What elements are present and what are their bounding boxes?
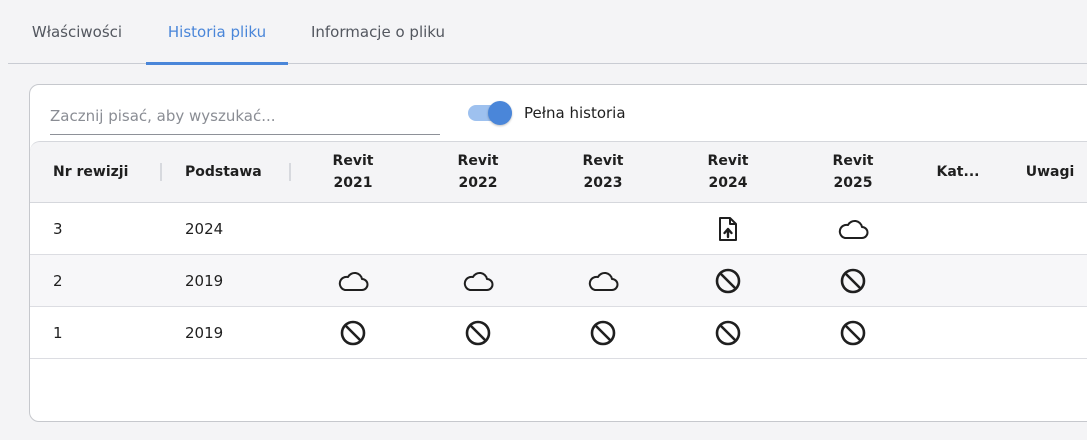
header-line-1: Revit bbox=[832, 153, 874, 169]
header-line-1: Revit bbox=[457, 153, 499, 169]
cell-revit-2025 bbox=[803, 203, 903, 254]
file-upload-icon[interactable] bbox=[717, 216, 739, 242]
col-header-revit-2022[interactable]: Revit 2022 bbox=[428, 142, 528, 202]
history-table: Nr rewizji Podstawa Revit 2021 Revit 2022 … bbox=[30, 141, 1087, 359]
table-header: Nr rewizji Podstawa Revit 2021 Revit 2022 … bbox=[30, 141, 1087, 203]
table-row[interactable]: 3 2024 bbox=[30, 203, 1087, 255]
cell-revision: 2 bbox=[53, 271, 63, 290]
blocked-icon bbox=[840, 268, 866, 294]
search-field bbox=[50, 93, 440, 135]
header-line-1: Revit bbox=[582, 153, 624, 169]
blocked-icon bbox=[840, 320, 866, 346]
blocked-icon bbox=[715, 268, 741, 294]
cell-base: 2019 bbox=[185, 323, 224, 342]
cell-revit-2023 bbox=[553, 307, 653, 358]
col-header-revit-2023[interactable]: Revit 2023 bbox=[553, 142, 653, 202]
table-row[interactable]: 1 2019 bbox=[30, 307, 1087, 359]
column-divider[interactable] bbox=[160, 163, 162, 181]
col-header-revision[interactable]: Nr rewizji bbox=[53, 142, 163, 202]
col-header-revit-2021[interactable]: Revit 2021 bbox=[303, 142, 403, 202]
cell-revit-2023 bbox=[553, 255, 653, 306]
cell-revit-2022 bbox=[428, 255, 528, 306]
header-line-2: 2024 bbox=[708, 175, 748, 191]
full-history-label: Pełna historia bbox=[524, 104, 626, 122]
cell-revit-2025 bbox=[803, 307, 903, 358]
header-line-1: Revit bbox=[332, 153, 374, 169]
full-history-toggle-group: Pełna historia bbox=[466, 97, 626, 129]
table-body: 3 2024 2 2019 1 2019 bbox=[30, 203, 1087, 359]
cell-revit-2022 bbox=[428, 307, 528, 358]
blocked-icon bbox=[715, 320, 741, 346]
col-header-revit-2024[interactable]: Revit 2024 bbox=[678, 142, 778, 202]
tab-file-info[interactable]: Informacje o pliku bbox=[288, 0, 468, 63]
cell-revit-2021 bbox=[303, 255, 403, 306]
col-header-notes[interactable]: Uwagi bbox=[1010, 142, 1087, 202]
col-header-category[interactable]: Kat... bbox=[918, 142, 998, 202]
col-header-base[interactable]: Podstawa bbox=[185, 142, 295, 202]
cell-base: 2019 bbox=[185, 271, 224, 290]
tab-file-history[interactable]: Historia pliku bbox=[146, 0, 288, 65]
history-panel: Pełna historia Nr rewizji Podstawa Revit… bbox=[29, 84, 1087, 422]
header-line-2: 2021 bbox=[333, 175, 373, 191]
blocked-icon bbox=[340, 320, 366, 346]
header-line-2: 2023 bbox=[583, 175, 623, 191]
header-line-2: 2025 bbox=[833, 175, 873, 191]
cell-revit-2024 bbox=[678, 307, 778, 358]
cell-revit-2021 bbox=[303, 307, 403, 358]
cloud-icon[interactable] bbox=[587, 270, 619, 292]
tab-properties[interactable]: Właściwości bbox=[8, 0, 146, 63]
cell-revit-2022 bbox=[428, 203, 528, 254]
cloud-icon[interactable] bbox=[837, 218, 869, 240]
tab-bar: Właściwości Historia pliku Informacje o … bbox=[8, 0, 1087, 65]
cell-revit-2024 bbox=[678, 255, 778, 306]
blocked-icon bbox=[590, 320, 616, 346]
cell-revision: 1 bbox=[53, 323, 63, 342]
cell-revit-2024 bbox=[678, 203, 778, 254]
cell-base: 2024 bbox=[185, 219, 224, 238]
cloud-icon[interactable] bbox=[462, 270, 494, 292]
toggle-thumb bbox=[488, 101, 512, 125]
blocked-icon bbox=[465, 320, 491, 346]
full-history-toggle[interactable] bbox=[466, 99, 514, 127]
table-row[interactable]: 2 2019 bbox=[30, 255, 1087, 307]
search-input[interactable] bbox=[50, 93, 440, 134]
cell-revit-2021 bbox=[303, 203, 403, 254]
col-header-revit-2025[interactable]: Revit 2025 bbox=[803, 142, 903, 202]
header-line-2: 2022 bbox=[458, 175, 498, 191]
column-divider[interactable] bbox=[289, 163, 291, 181]
header-line-1: Revit bbox=[707, 153, 749, 169]
cell-revision: 3 bbox=[53, 219, 63, 238]
cell-revit-2025 bbox=[803, 255, 903, 306]
cell-revit-2023 bbox=[553, 203, 653, 254]
cloud-icon[interactable] bbox=[337, 270, 369, 292]
